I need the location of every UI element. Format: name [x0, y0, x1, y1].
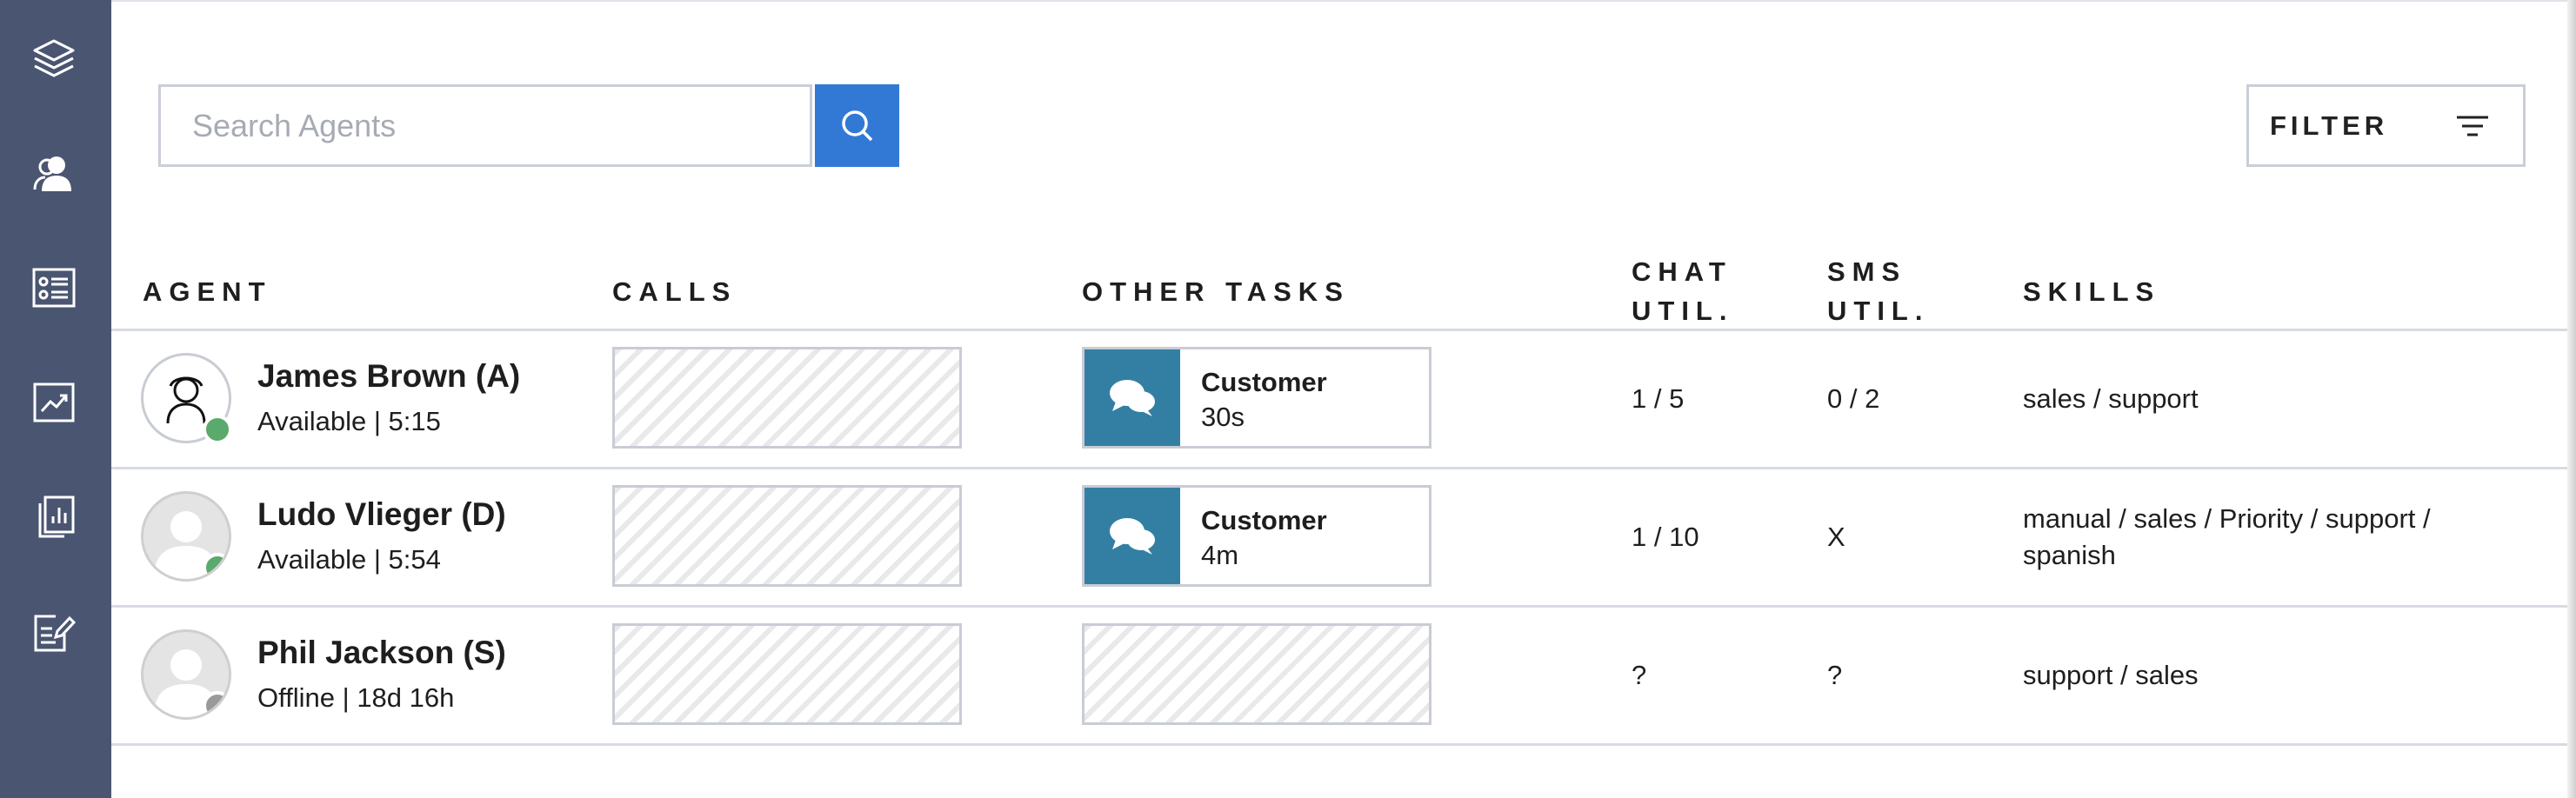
task-icon-bg — [1084, 349, 1180, 446]
sms-util-value: ? — [1827, 660, 1843, 690]
column-header-other-tasks[interactable]: OTHER TASKS — [1082, 272, 1350, 311]
column-header-chat-util[interactable]: CHAT UTIL. — [1632, 252, 1734, 330]
calls-empty-slot — [612, 347, 962, 449]
filter-button[interactable]: FILTER — [2246, 84, 2526, 167]
skills-line: support / sales — [2023, 660, 2199, 690]
sms-util-value: 0 / 2 — [1827, 383, 1880, 414]
presence-dot — [203, 691, 229, 717]
chat-util-header-line1: CHAT — [1632, 256, 1732, 287]
agent-status: Available | 5:54 — [257, 544, 441, 575]
chat-util-value: 1 / 10 — [1632, 522, 1699, 552]
sms-util-header-line2: UTIL. — [1827, 296, 1930, 326]
avatar — [141, 353, 232, 444]
filter-label: FILTER — [2270, 110, 2389, 141]
sms-util-header-line1: SMS — [1827, 256, 1907, 287]
contact-card-icon[interactable] — [24, 258, 83, 317]
skills-value: sales / support — [2023, 381, 2199, 417]
edit-form-icon[interactable] — [24, 602, 83, 662]
row-divider — [111, 743, 2567, 746]
presence-dot — [203, 553, 229, 579]
avatar — [141, 629, 231, 720]
task-title: Customer — [1201, 505, 1327, 535]
search-icon — [841, 110, 872, 141]
chat-util-value: ? — [1632, 660, 1647, 690]
agent-status: Offline | 18d 16h — [257, 682, 455, 713]
calls-empty-slot — [612, 485, 962, 587]
top-border — [111, 0, 2567, 2]
task-icon-bg — [1084, 488, 1180, 584]
trend-chart-icon[interactable] — [24, 373, 83, 432]
layers-icon[interactable] — [24, 29, 83, 88]
filter-lines-icon — [2457, 116, 2488, 136]
skills-value: manual / sales / Priority / support / sp… — [2023, 501, 2431, 574]
agent-name[interactable]: Ludo Vlieger (D) — [257, 496, 506, 533]
agent-status: Available | 5:15 — [257, 406, 441, 436]
task-time: 30s — [1201, 402, 1245, 432]
search-input[interactable] — [158, 84, 812, 167]
row-divider — [111, 605, 2567, 608]
calls-empty-slot — [612, 623, 962, 725]
task-time: 4m — [1201, 540, 1239, 570]
report-icon[interactable] — [24, 488, 83, 547]
sidebar-nav — [0, 0, 111, 798]
window-edge — [2567, 0, 2576, 798]
presence-dot — [203, 415, 232, 444]
column-header-agent[interactable]: AGENT — [143, 272, 272, 311]
row-divider — [111, 467, 2567, 469]
agents-icon[interactable] — [24, 144, 83, 203]
task-card[interactable]: Customer 30s — [1082, 347, 1431, 449]
chat-bubbles-icon — [1110, 517, 1155, 555]
skills-value: support / sales — [2023, 657, 2199, 694]
column-header-skills[interactable]: SKILLS — [2023, 272, 2160, 311]
chat-bubbles-icon — [1110, 379, 1155, 416]
avatar — [141, 491, 231, 582]
tasks-empty-slot — [1082, 623, 1431, 725]
task-title: Customer — [1201, 367, 1327, 397]
chat-util-header-line2: UTIL. — [1632, 296, 1734, 326]
skills-line: manual / sales / Priority / support / — [2023, 503, 2431, 534]
search-button[interactable] — [815, 84, 899, 167]
agent-name[interactable]: James Brown (A) — [257, 358, 520, 395]
agent-name[interactable]: Phil Jackson (S) — [257, 635, 506, 671]
column-header-sms-util[interactable]: SMS UTIL. — [1827, 252, 1930, 330]
row-divider — [111, 329, 2567, 331]
sms-util-value: X — [1827, 522, 1845, 552]
chat-util-value: 1 / 5 — [1632, 383, 1685, 414]
skills-line: spanish — [2023, 540, 2116, 570]
column-header-calls[interactable]: CALLS — [612, 272, 737, 311]
skills-line: sales / support — [2023, 383, 2199, 414]
task-card[interactable]: Customer 4m — [1082, 485, 1431, 587]
